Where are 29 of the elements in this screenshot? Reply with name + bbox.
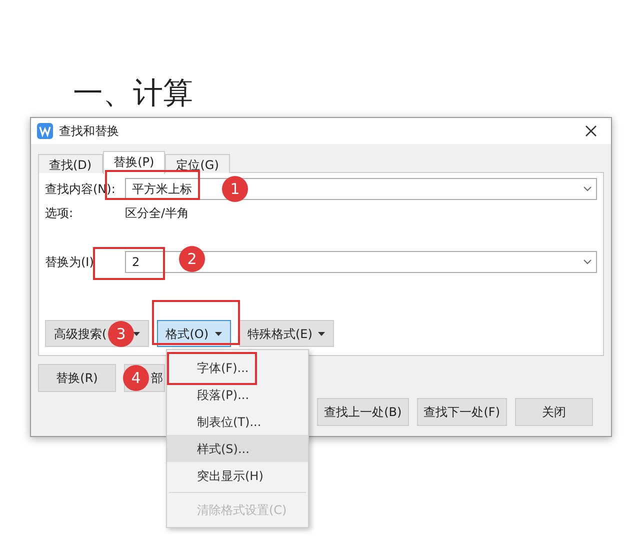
close-icon[interactable] (585, 125, 597, 137)
dropdown-button[interactable]: 高级搜索( 3 (45, 320, 149, 347)
caret-icon (214, 332, 222, 336)
caret-icon (132, 332, 140, 336)
step-badge: 3 (108, 321, 134, 347)
dialog-button[interactable]: 关闭 (515, 398, 593, 426)
action-button[interactable]: 4 部 (124, 364, 165, 392)
menu-item[interactable]: 制表位(T)... (167, 408, 308, 435)
step-badge: 4 (123, 365, 149, 391)
menu-item[interactable]: 段落(P)... (167, 381, 308, 408)
dialog-button[interactable]: 查找下一处(F) (416, 398, 507, 426)
tab[interactable]: 查找(D) (38, 154, 103, 173)
dropdown-button[interactable]: 格式(O) (156, 320, 230, 347)
menu-item[interactable]: 样式(S)... (167, 435, 308, 462)
highlight-frame (93, 247, 165, 280)
dropdown-icon[interactable] (583, 186, 592, 192)
options-label: 选项: (45, 205, 74, 222)
dropdown-icon[interactable] (583, 259, 592, 265)
menu-item[interactable]: 突出显示(H) (167, 462, 308, 489)
tab[interactable]: 替换(P) (102, 151, 166, 174)
dropdown-button[interactable]: 特殊格式(E) (238, 320, 334, 347)
field-label: 替换为(I) (45, 254, 95, 271)
options-value: 区分全/半角 (125, 205, 190, 222)
caret-icon (318, 332, 326, 336)
action-button[interactable]: 替换(R) (38, 364, 116, 392)
document-heading: 一、计算 (73, 76, 193, 112)
app-icon (37, 123, 53, 139)
dialog-button[interactable]: 查找上一处(B) (317, 398, 409, 426)
window-title: 查找和替换 (59, 123, 120, 140)
